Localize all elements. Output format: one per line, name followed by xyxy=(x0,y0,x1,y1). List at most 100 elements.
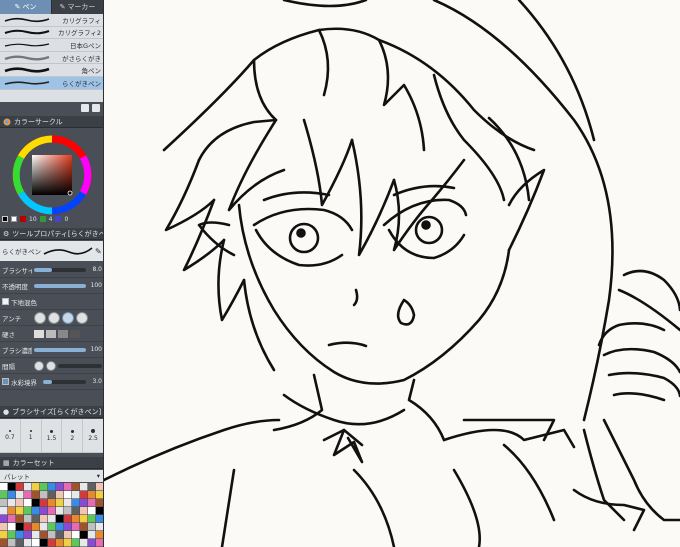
palette-swatch[interactable] xyxy=(88,491,96,499)
palette-swatch[interactable] xyxy=(16,499,24,507)
palette-swatch[interactable] xyxy=(0,539,8,547)
watercolor-edge-checkbox[interactable] xyxy=(2,378,9,385)
antialias-weak-button[interactable] xyxy=(48,311,60,324)
palette-swatch[interactable] xyxy=(24,507,32,515)
brush-item[interactable]: カリグラフィ xyxy=(0,14,103,27)
palette-swatch[interactable] xyxy=(24,499,32,507)
palette-swatch[interactable] xyxy=(40,491,48,499)
palette-swatch[interactable] xyxy=(24,523,32,531)
new-brush-icon[interactable] xyxy=(81,104,89,112)
palette-swatch[interactable] xyxy=(88,499,96,507)
delete-brush-icon[interactable] xyxy=(92,104,100,112)
palette-swatch[interactable] xyxy=(16,507,24,515)
palette-swatch[interactable] xyxy=(8,491,16,499)
palette-swatch[interactable] xyxy=(96,491,103,499)
palette-swatch[interactable] xyxy=(8,515,16,523)
palette-swatch[interactable] xyxy=(96,539,103,547)
palette-swatch[interactable] xyxy=(72,483,80,491)
palette-swatch[interactable] xyxy=(40,531,48,539)
palette-swatch[interactable] xyxy=(32,523,40,531)
palette-swatch[interactable] xyxy=(72,499,80,507)
palette-swatch[interactable] xyxy=(88,507,96,515)
palette-swatch[interactable] xyxy=(48,515,56,523)
palette-swatch[interactable] xyxy=(80,539,88,547)
palette-swatch[interactable] xyxy=(0,523,8,531)
palette-swatch[interactable] xyxy=(64,515,72,523)
brush-size-option[interactable]: 1.5 xyxy=(41,419,63,453)
palette-swatch[interactable] xyxy=(0,507,8,515)
palette-swatch[interactable] xyxy=(24,491,32,499)
palette-swatch[interactable] xyxy=(40,499,48,507)
prop-row-hardness[interactable]: 硬さ xyxy=(0,326,103,342)
hardness-step[interactable] xyxy=(58,329,68,338)
palette-swatch[interactable] xyxy=(80,523,88,531)
palette-swatch[interactable] xyxy=(64,491,72,499)
palette-swatch[interactable] xyxy=(64,531,72,539)
palette-swatch[interactable] xyxy=(56,539,64,547)
prop-row-spacing[interactable]: 間隔 xyxy=(0,358,103,374)
palette-swatch[interactable] xyxy=(8,507,16,515)
palette-swatch[interactable] xyxy=(8,483,16,491)
palette-swatch[interactable] xyxy=(24,483,32,491)
palette-swatch[interactable] xyxy=(32,499,40,507)
palette-swatch[interactable] xyxy=(32,515,40,523)
palette-swatch[interactable] xyxy=(56,499,64,507)
palette-swatch[interactable] xyxy=(72,523,80,531)
palette-swatch[interactable] xyxy=(32,483,40,491)
palette-swatch[interactable] xyxy=(72,539,80,547)
antialias-strong-button[interactable] xyxy=(76,311,88,324)
brush-size-option[interactable]: 2 xyxy=(62,419,84,453)
brush-size-option[interactable]: 2.5 xyxy=(83,419,103,453)
hardness-step[interactable] xyxy=(70,329,80,338)
palette-swatch[interactable] xyxy=(80,507,88,515)
palette-swatch[interactable] xyxy=(64,483,72,491)
palette-swatch[interactable] xyxy=(72,515,80,523)
tab-marker[interactable]: ✎ マーカー xyxy=(52,0,103,14)
palette-swatch[interactable] xyxy=(72,491,80,499)
palette-swatch[interactable] xyxy=(0,531,8,539)
palette-swatch[interactable] xyxy=(80,499,88,507)
hardness-step[interactable] xyxy=(34,329,44,338)
palette-swatch[interactable] xyxy=(96,483,103,491)
palette-swatch[interactable] xyxy=(88,523,96,531)
palette-swatch[interactable] xyxy=(40,539,48,547)
palette-swatch[interactable] xyxy=(24,531,32,539)
palette-swatch[interactable] xyxy=(40,483,48,491)
palette-swatch[interactable] xyxy=(80,515,88,523)
prop-row-color-mixing[interactable]: 下地混色 xyxy=(0,294,103,310)
main-color-swatch[interactable] xyxy=(2,216,8,222)
hardness-step[interactable] xyxy=(46,329,56,338)
palette-swatch[interactable] xyxy=(16,491,24,499)
saturation-value-square[interactable] xyxy=(32,155,72,195)
palette-swatch[interactable] xyxy=(64,507,72,515)
palette-swatch[interactable] xyxy=(56,483,64,491)
prop-row-watercolor-edge[interactable]: 水彩境界 3.0 xyxy=(0,374,103,390)
opacity-slider[interactable] xyxy=(34,283,86,288)
brush-size-slider[interactable] xyxy=(34,267,86,272)
spacing-option[interactable] xyxy=(46,360,56,371)
watercolor-edge-slider[interactable] xyxy=(43,379,86,384)
palette-swatch[interactable] xyxy=(48,523,56,531)
palette-swatch[interactable] xyxy=(56,531,64,539)
palette-swatch[interactable] xyxy=(96,507,103,515)
palette-swatch[interactable] xyxy=(32,531,40,539)
sub-color-swatch[interactable] xyxy=(11,216,17,222)
palette-swatch[interactable] xyxy=(88,483,96,491)
palette-swatch[interactable] xyxy=(8,499,16,507)
palette-swatch[interactable] xyxy=(32,491,40,499)
palette-swatch[interactable] xyxy=(32,539,40,547)
palette-swatch[interactable] xyxy=(96,531,103,539)
palette-swatch[interactable] xyxy=(0,491,8,499)
palette-swatch[interactable] xyxy=(72,531,80,539)
palette-swatch[interactable] xyxy=(48,531,56,539)
brush-density-slider[interactable] xyxy=(34,347,86,352)
palette-swatch[interactable] xyxy=(16,531,24,539)
palette-swatch[interactable] xyxy=(56,515,64,523)
brush-item[interactable]: がさらくがき xyxy=(0,52,103,65)
palette-swatch[interactable] xyxy=(64,523,72,531)
palette-swatch[interactable] xyxy=(0,483,8,491)
palette-swatch[interactable] xyxy=(88,531,96,539)
brush-item-selected[interactable]: らくがきペン xyxy=(0,76,103,90)
palette-swatch[interactable] xyxy=(56,507,64,515)
palette-swatch[interactable] xyxy=(40,523,48,531)
